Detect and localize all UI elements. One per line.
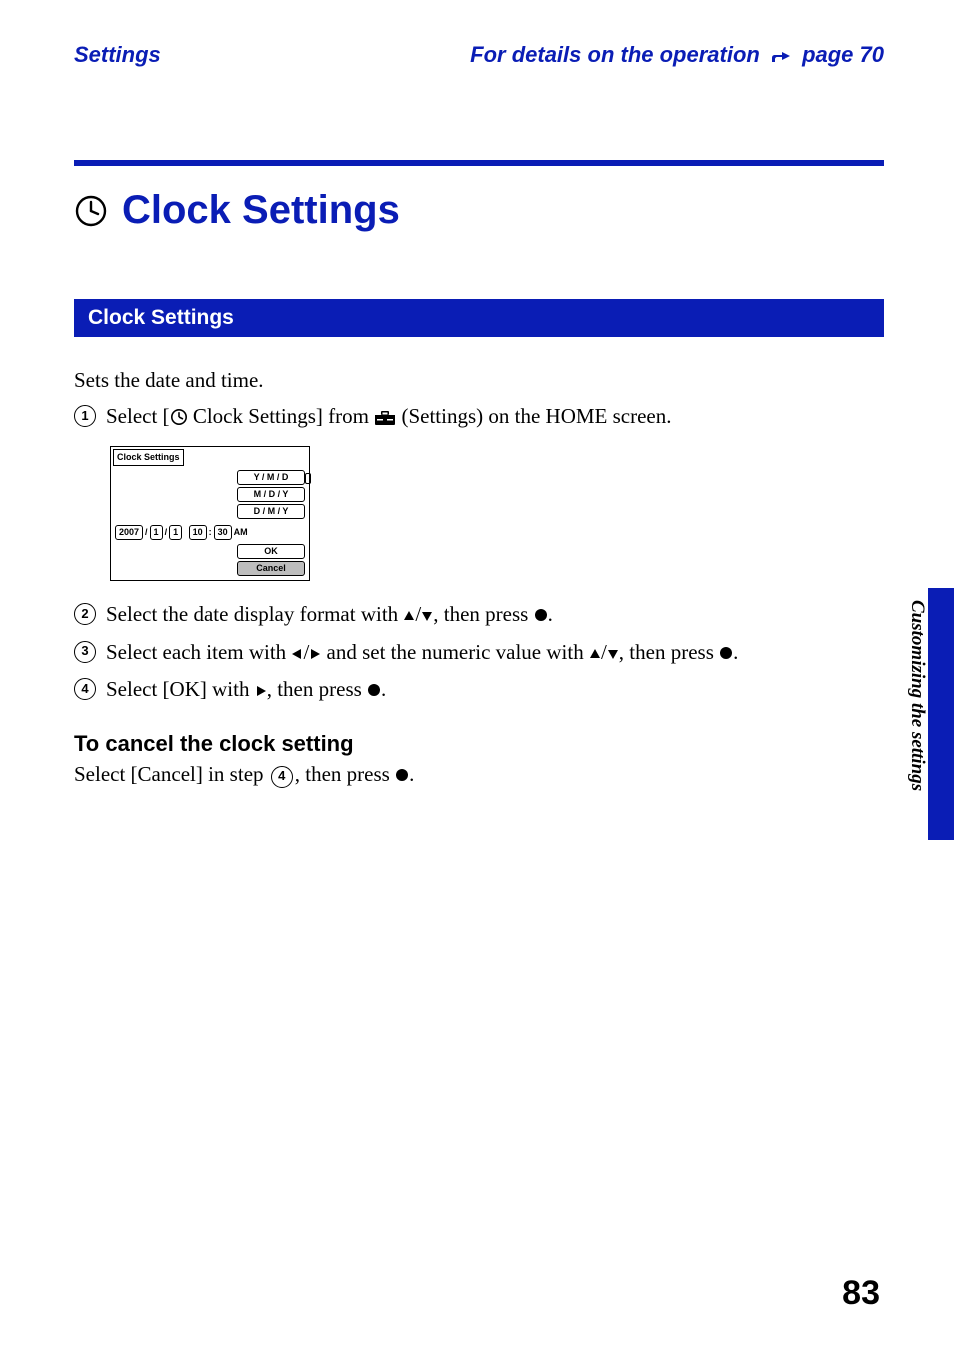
ok-button: OK xyxy=(237,544,305,559)
shot-date-row: 2007/ 1/ 1 10: 30 AM xyxy=(111,523,309,542)
intro-text: Sets the date and time. xyxy=(74,365,884,395)
step1-text-c: (Settings) on the HOME screen. xyxy=(396,404,671,428)
step-1: 1 Select [ Clock Settings] from (Setting… xyxy=(74,401,884,431)
center-button-icon xyxy=(367,675,381,705)
up-triangle-icon xyxy=(403,600,415,630)
center-button-icon xyxy=(395,760,409,790)
format-option-mdy: M / D / Y xyxy=(237,487,305,502)
year-field: 2007 xyxy=(115,525,143,540)
left-triangle-icon xyxy=(291,638,303,668)
cancel-text-c: . xyxy=(409,762,414,786)
minute-field: 30 xyxy=(214,525,232,540)
step2-text-b: , then press xyxy=(433,602,533,626)
down-triangle-icon xyxy=(421,600,433,630)
cancel-button: Cancel xyxy=(237,561,305,576)
down-triangle-icon xyxy=(607,638,619,668)
step3-text-d: . xyxy=(733,640,738,664)
step2-text-c: . xyxy=(548,602,553,626)
step1-text-a: Select [ xyxy=(106,404,170,428)
ampm-label: AM xyxy=(234,526,248,539)
step-number-1: 1 xyxy=(74,405,96,427)
step-number-4-ref: 4 xyxy=(271,766,293,788)
day-field: 1 xyxy=(169,525,182,540)
clock-settings-screenshot: Clock Settings Y / M / D M / D / Y D / M… xyxy=(110,446,884,581)
shot-title: Clock Settings xyxy=(113,449,184,466)
page-header: Settings For details on the operation pa… xyxy=(74,42,884,70)
crossref-page: page 70 xyxy=(802,42,884,67)
clock-icon xyxy=(74,194,108,228)
cancel-body: Select [Cancel] in step 4, then press . xyxy=(74,759,884,790)
side-tab xyxy=(928,588,954,840)
page-title-row: Clock Settings xyxy=(74,188,884,233)
page-title: Clock Settings xyxy=(122,188,400,233)
page-number: 83 xyxy=(842,1274,880,1313)
step-list: 1 Select [ Clock Settings] from (Setting… xyxy=(74,401,884,705)
step1-text-b: Clock Settings] from xyxy=(188,404,375,428)
format-option-dmy: D / M / Y xyxy=(237,504,305,519)
step4-text-a: Select [OK] with xyxy=(106,677,255,701)
cancel-text-b: , then press xyxy=(295,762,395,786)
step-3: 3 Select each item with / and set the nu… xyxy=(74,637,884,668)
step3-text-a: Select each item with xyxy=(106,640,291,664)
step-number-2: 2 xyxy=(74,603,96,625)
right-triangle-icon xyxy=(309,638,321,668)
step-4: 4 Select [OK] with , then press . xyxy=(74,674,884,705)
body-content: Sets the date and time. 1 Select [ Clock… xyxy=(74,365,884,791)
step4-text-b: , then press xyxy=(267,677,367,701)
step-number-4: 4 xyxy=(74,678,96,700)
side-tab-label: Customizing the settings xyxy=(902,600,928,791)
up-triangle-icon xyxy=(589,638,601,668)
center-button-icon xyxy=(719,638,733,668)
step-number-3: 3 xyxy=(74,641,96,663)
step3-text-b: and set the numeric value with xyxy=(321,640,589,664)
step-2: 2 Select the date display format with /,… xyxy=(74,599,884,630)
header-section: Settings xyxy=(74,42,161,68)
header-crossref: For details on the operation page 70 xyxy=(470,42,884,70)
step3-text-c: , then press xyxy=(619,640,719,664)
step2-text-a: Select the date display format with xyxy=(106,602,403,626)
toolbox-icon xyxy=(374,404,396,422)
cancel-text-a: Select [Cancel] in step xyxy=(74,762,269,786)
title-divider xyxy=(74,160,884,166)
month-field: 1 xyxy=(150,525,163,540)
format-option-ymd: Y / M / D xyxy=(237,470,305,485)
step4-text-c: . xyxy=(381,677,386,701)
right-triangle-icon xyxy=(255,675,267,705)
clock-icon xyxy=(170,404,188,422)
cancel-subheading: To cancel the clock setting xyxy=(74,728,884,760)
center-button-icon xyxy=(534,600,548,630)
crossref-prefix: For details on the operation xyxy=(470,42,766,67)
section-heading: Clock Settings xyxy=(74,299,884,337)
pointing-hand-icon xyxy=(770,44,792,70)
hour-field: 10 xyxy=(189,525,207,540)
